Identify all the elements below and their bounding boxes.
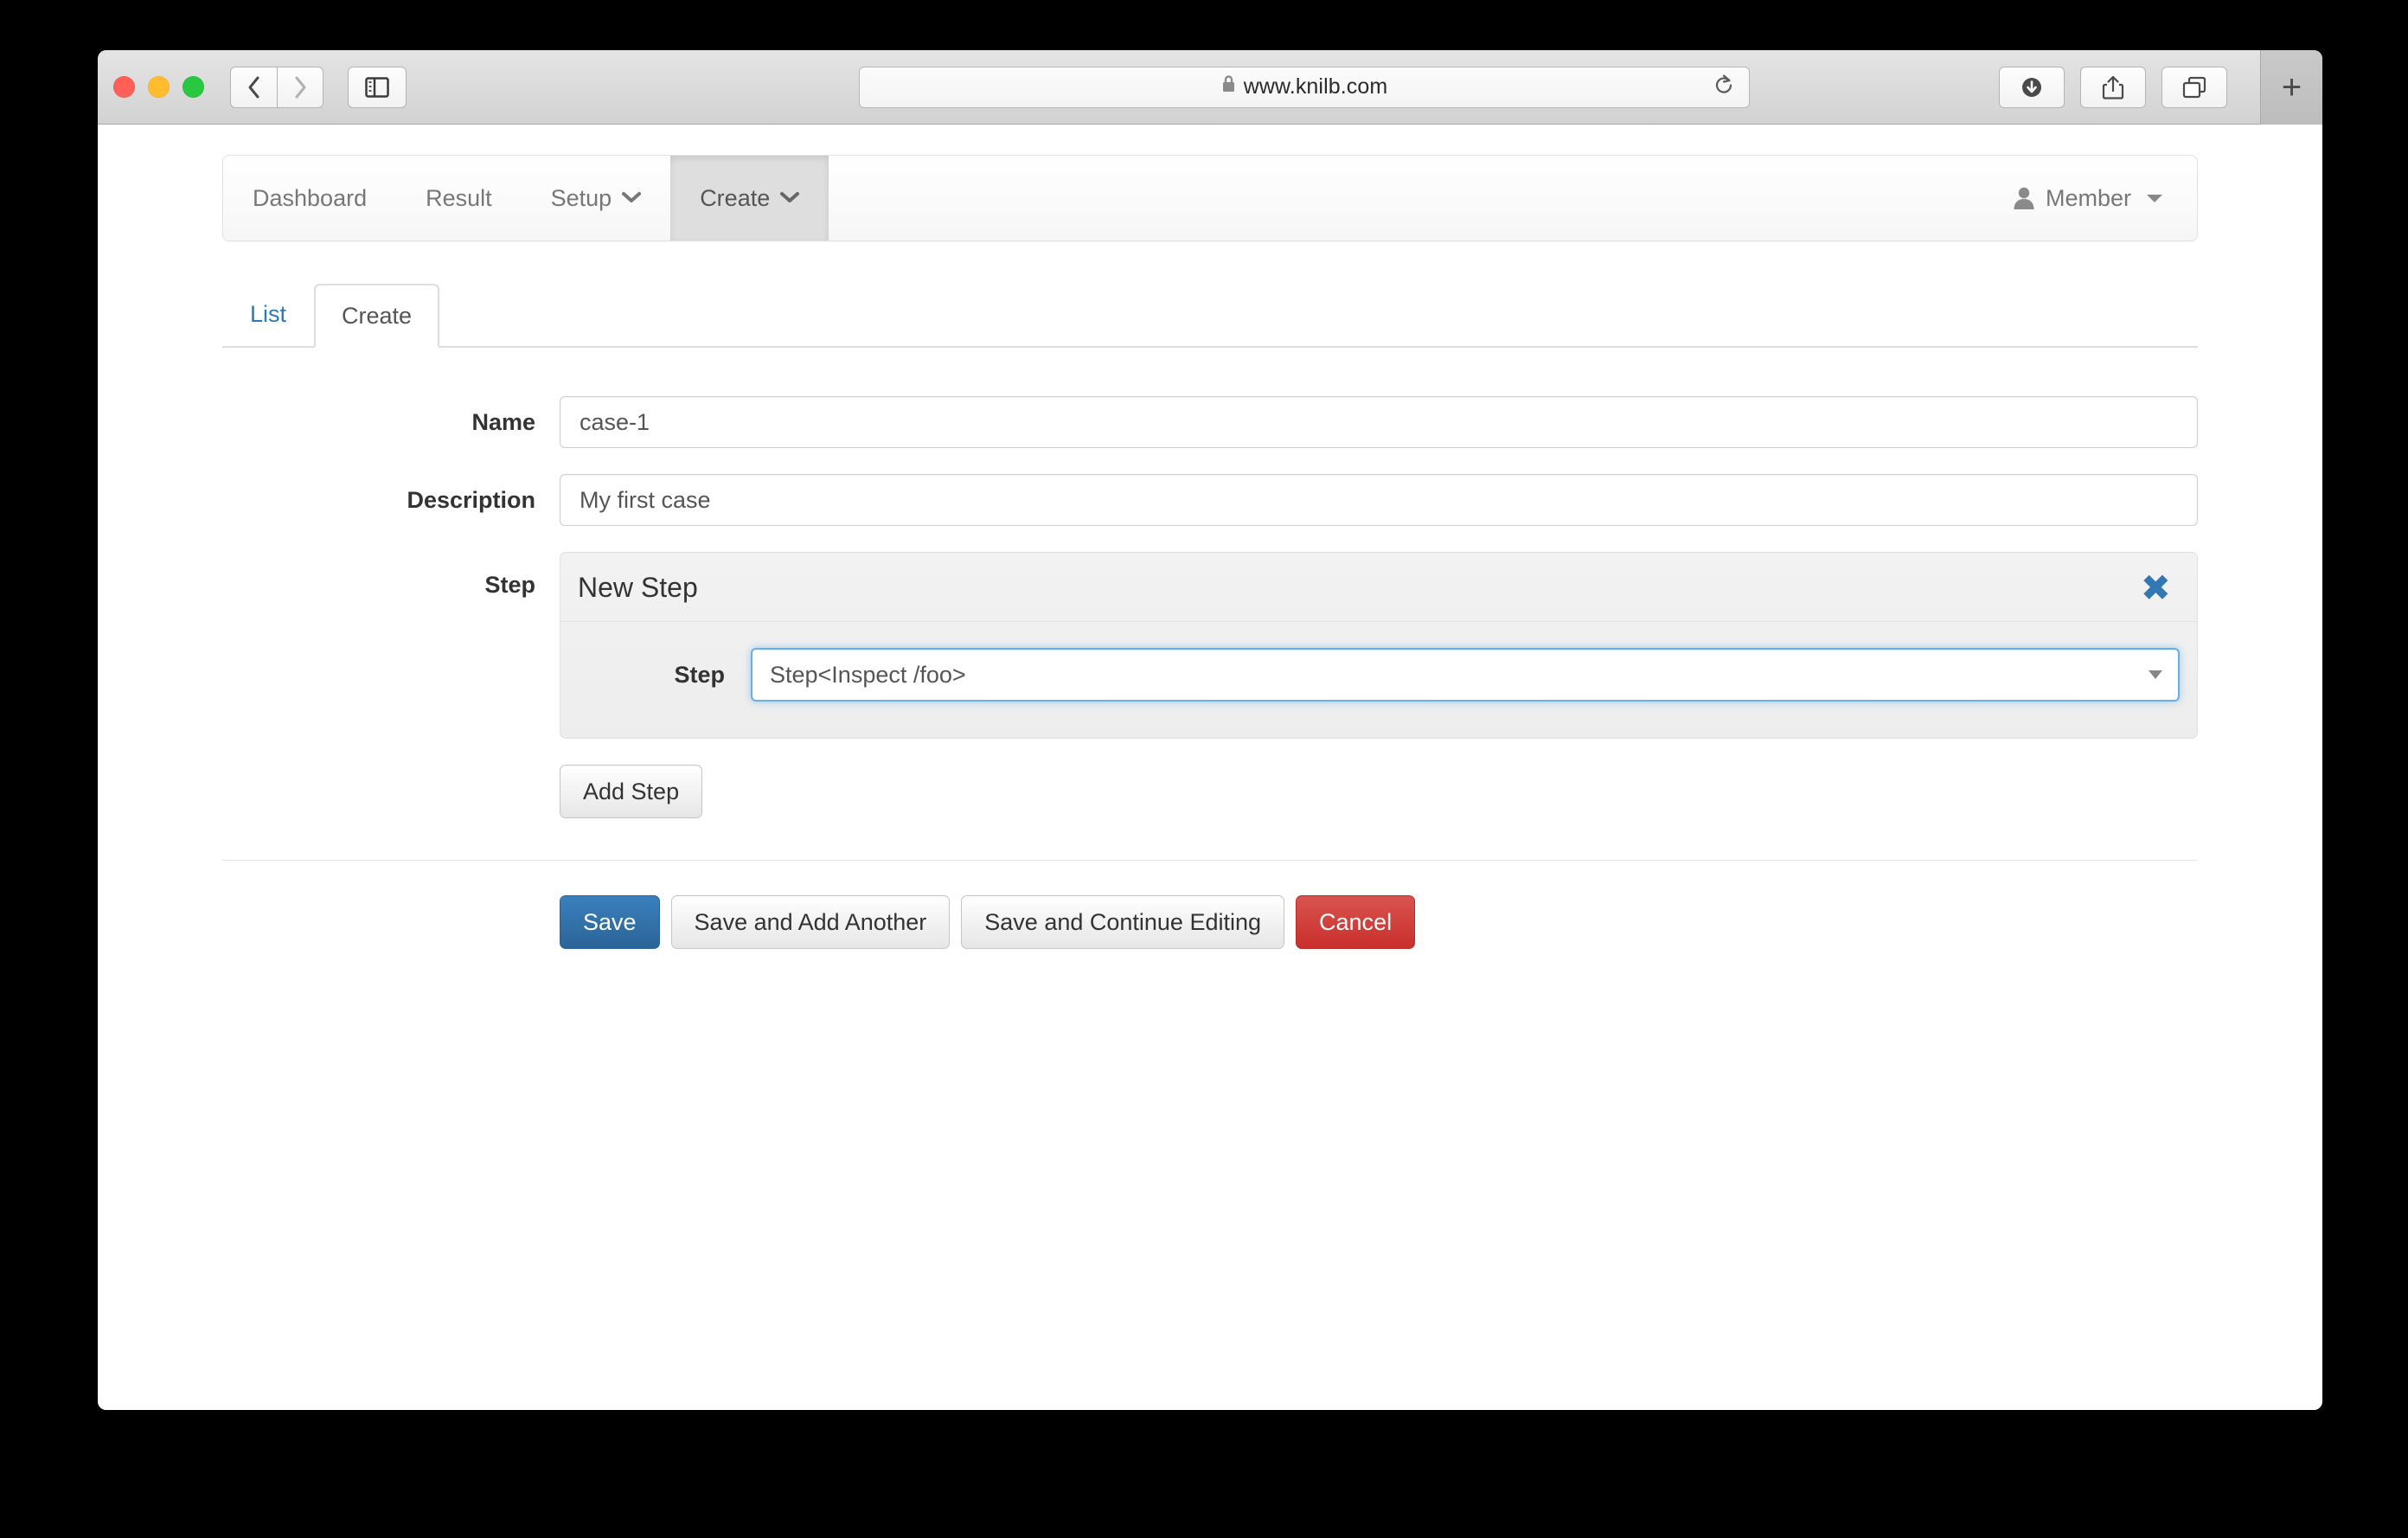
downloads-button[interactable] <box>1999 66 2065 108</box>
app-navbar: Dashboard Result Setup Create Member <box>222 155 2198 241</box>
share-button[interactable] <box>2080 66 2146 108</box>
tab-list[interactable]: List <box>222 282 314 346</box>
save-button[interactable]: Save <box>560 895 660 949</box>
forward-button[interactable] <box>277 66 323 108</box>
save-and-add-another-button[interactable]: Save and Add Another <box>670 895 951 949</box>
download-icon <box>2022 77 2041 97</box>
nav-item-result[interactable]: Result <box>396 156 522 240</box>
page-content: Dashboard Result Setup Create Member Lis… <box>98 125 2322 1410</box>
new-step-panel: New Step ✖ Step Step<Inspect /foo> <box>560 552 2198 739</box>
nav-item-label: Result <box>426 184 492 211</box>
new-step-panel-body: Step Step<Inspect /foo> <box>560 622 2197 738</box>
nav-item-setup[interactable]: Setup <box>522 156 671 240</box>
step-select-label: Step <box>674 661 725 688</box>
description-input[interactable] <box>560 474 2198 526</box>
step-label: Step <box>484 572 535 598</box>
address-bar[interactable]: www.knilb.com <box>859 66 1750 108</box>
save-and-continue-editing-button[interactable]: Save and Continue Editing <box>961 895 1285 949</box>
sidebar-toggle-icon <box>365 76 389 98</box>
chevron-left-icon <box>248 76 259 98</box>
name-input[interactable] <box>560 396 2198 448</box>
add-step-button[interactable]: Add Step <box>560 765 703 818</box>
description-label: Description <box>407 486 535 513</box>
form-row-name: Name <box>222 396 2198 448</box>
show-all-tabs-icon <box>2182 76 2206 98</box>
content-tabs: List Create <box>222 282 2198 348</box>
add-step-row: Add Step <box>560 765 2198 818</box>
chevron-down-icon <box>780 189 800 208</box>
form-row-description: Description <box>222 474 2198 526</box>
form-divider <box>222 860 2198 861</box>
show-all-tabs-button[interactable] <box>2161 66 2227 108</box>
nav-item-create[interactable]: Create <box>670 156 829 240</box>
person-icon <box>2013 186 2035 210</box>
nav-item-dashboard[interactable]: Dashboard <box>223 156 396 240</box>
navbar-items: Dashboard Result Setup Create <box>223 156 829 240</box>
nav-item-label: Create <box>700 184 771 211</box>
create-case-form: Name Description Step New Step ✖ <box>222 396 2198 949</box>
minimize-window-button[interactable] <box>148 76 170 98</box>
form-row-step: Step New Step ✖ Step Step<Inspect /foo> <box>222 552 2198 739</box>
address-bar-wrap: www.knilb.com <box>859 66 1750 108</box>
step-select-value: Step<Inspect /foo> <box>770 661 966 688</box>
address-bar-text: www.knilb.com <box>1243 74 1388 99</box>
chevron-down-icon <box>622 189 642 208</box>
tab-label: Create <box>342 302 413 329</box>
close-window-button[interactable] <box>113 76 135 98</box>
cancel-button[interactable]: Cancel <box>1296 895 1416 949</box>
toolbar-right-buttons <box>1999 66 2227 108</box>
browser-toolbar: www.knilb.com + <box>98 50 2322 125</box>
navigation-buttons <box>230 66 323 108</box>
sidebar-toggle-button[interactable] <box>348 66 407 108</box>
back-button[interactable] <box>230 66 277 108</box>
browser-window: www.knilb.com + Dashboard Result Setup C… <box>98 50 2322 1410</box>
chevron-down-icon <box>2149 670 2162 679</box>
new-step-title: New Step <box>578 572 698 603</box>
user-menu-label: Member <box>2045 184 2131 211</box>
maximize-window-button[interactable] <box>183 76 204 98</box>
lock-icon <box>1221 74 1236 99</box>
window-controls <box>113 76 204 98</box>
new-step-panel-header: New Step ✖ <box>560 553 2197 622</box>
new-tab-label: + <box>2281 68 2302 106</box>
close-icon[interactable]: ✖ <box>2141 569 2171 605</box>
nav-item-label: Dashboard <box>253 184 368 211</box>
tab-create[interactable]: Create <box>314 283 440 348</box>
reload-icon[interactable] <box>1713 74 1735 100</box>
new-tab-button[interactable]: + <box>2260 50 2322 125</box>
chevron-down-icon <box>2147 194 2162 202</box>
step-select[interactable]: Step<Inspect /foo> <box>751 648 2180 702</box>
form-actions: Save Save and Add Another Save and Conti… <box>560 895 2198 949</box>
name-label: Name <box>471 408 535 435</box>
nav-item-label: Setup <box>550 184 612 211</box>
content-container: Dashboard Result Setup Create Member Lis… <box>222 125 2198 949</box>
user-menu[interactable]: Member <box>2013 156 2197 240</box>
chevron-right-icon <box>295 76 306 98</box>
share-icon <box>2102 75 2124 99</box>
tab-label: List <box>250 300 287 327</box>
